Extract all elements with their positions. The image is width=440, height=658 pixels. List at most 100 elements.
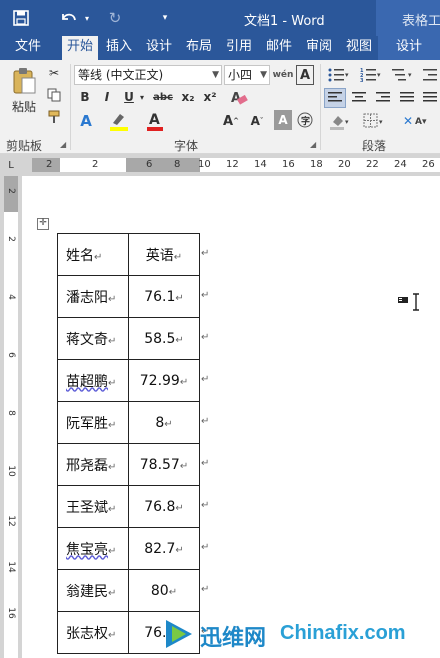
table-move-handle-icon[interactable]: ✛: [37, 218, 49, 230]
enclose-characters-icon[interactable]: 字: [296, 110, 314, 130]
undo-dropdown-icon[interactable]: ▾: [82, 8, 92, 28]
align-center-button[interactable]: [348, 88, 370, 108]
row-end-mark: ↵: [201, 290, 210, 301]
vruler-tick: 10: [6, 465, 16, 477]
character-shading-icon[interactable]: A: [274, 110, 292, 130]
font-size-value: 小四: [228, 68, 253, 82]
english-score: 76.8: [144, 498, 176, 515]
clipboard-launcher-icon[interactable]: ◢: [60, 140, 66, 149]
chinese-layout-icon[interactable]: ✕ A▾: [400, 110, 430, 132]
grow-font-icon[interactable]: A ^: [220, 110, 242, 132]
header-name: 姓名: [66, 247, 94, 264]
table-cell[interactable]: 王圣斌↵: [57, 485, 129, 528]
vruler-tick: 2: [6, 236, 16, 242]
underline-dropdown-icon[interactable]: ▾: [138, 88, 146, 106]
strikethrough-button[interactable]: abc: [150, 88, 176, 106]
align-left-button[interactable]: [324, 88, 346, 108]
customize-qat-icon[interactable]: ▾: [158, 8, 172, 28]
cut-icon[interactable]: ✂: [44, 64, 64, 82]
copy-icon[interactable]: [44, 86, 64, 104]
paste-button-label[interactable]: 粘贴: [8, 98, 40, 114]
clipboard-icon[interactable]: [8, 66, 40, 96]
tab-selector-icon[interactable]: L: [4, 158, 18, 172]
student-name: 蒋文奇: [66, 331, 108, 348]
tab-insert[interactable]: 插入: [100, 36, 138, 60]
cell-end-mark: ↵: [108, 377, 117, 389]
clear-formatting-icon[interactable]: A: [228, 88, 250, 106]
svg-text:字: 字: [301, 115, 310, 127]
redo-icon[interactable]: ↻: [104, 8, 126, 28]
bold-button[interactable]: B: [76, 88, 94, 106]
table-cell[interactable]: 阮军胜↵: [57, 401, 129, 444]
multilevel-list-icon[interactable]: ▾: [390, 65, 416, 85]
italic-button[interactable]: I: [98, 88, 116, 106]
table-cell[interactable]: 潘志阳↵: [57, 275, 129, 318]
numbering-icon[interactable]: 1 2 3 ▾: [358, 65, 384, 85]
table-cell[interactable]: 苗超鹏↵: [57, 359, 129, 402]
tab-home[interactable]: 开始: [62, 36, 98, 60]
tab-view[interactable]: 视图: [340, 36, 378, 60]
format-painter-icon[interactable]: [44, 108, 64, 126]
table-cell[interactable]: 78.57↵: [128, 443, 200, 486]
borders-icon[interactable]: ▾: [360, 110, 388, 132]
text-effects-icon[interactable]: A: [76, 110, 96, 132]
decrease-indent-icon[interactable]: [420, 65, 440, 85]
character-border-icon[interactable]: A: [296, 65, 314, 85]
tab-references[interactable]: 引用: [220, 36, 258, 60]
tab-layout[interactable]: 布局: [180, 36, 218, 60]
table-cell[interactable]: 76.1↵: [128, 275, 200, 318]
table-row: 苗超鹏↵ 72.99↵: [57, 359, 200, 402]
table-cell[interactable]: 翁建民↵: [57, 569, 129, 612]
font-color-icon[interactable]: A: [144, 110, 166, 132]
table-cell[interactable]: 58.5↵: [128, 317, 200, 360]
distributed-align-button[interactable]: [420, 88, 440, 108]
font-name-combo[interactable]: 等线 (中文正文) ▼: [74, 65, 222, 85]
tab-review[interactable]: 审阅: [300, 36, 338, 60]
tab-design[interactable]: 设计: [140, 36, 178, 60]
watermark: 迅维网 Chinafix.com: [162, 610, 440, 658]
tab-table-design[interactable]: 设计: [378, 36, 440, 60]
shading-icon[interactable]: ▾: [326, 110, 354, 132]
table-cell[interactable]: 张志权↵: [57, 611, 129, 654]
cell-end-mark: ↵: [175, 334, 184, 346]
score-table[interactable]: 姓名↵ 英语↵ 潘志阳↵ 76.1↵ 蒋文奇↵ 58.5↵ 苗超鹏↵ 72.99…: [57, 233, 200, 654]
undo-icon[interactable]: [56, 8, 82, 28]
superscript-button[interactable]: x²: [200, 88, 220, 106]
svg-text:▾: ▾: [408, 71, 412, 79]
table-cell[interactable]: 8↵: [128, 401, 200, 444]
phonetic-guide-icon[interactable]: wén: [273, 65, 294, 85]
table-cell[interactable]: 72.99↵: [128, 359, 200, 402]
context-tab-group: 表格工: [376, 0, 440, 36]
cell-end-mark: ↵: [108, 461, 117, 473]
subscript-button[interactable]: x₂: [178, 88, 198, 106]
svg-text:3: 3: [360, 78, 364, 82]
font-launcher-icon[interactable]: ◢: [310, 140, 316, 149]
table-cell[interactable]: 姓名↵: [57, 233, 129, 276]
table-cell[interactable]: 焦宝亮↵: [57, 527, 129, 570]
save-icon[interactable]: [10, 8, 32, 28]
underline-button[interactable]: U: [120, 88, 138, 106]
font-size-combo[interactable]: 小四 ▼: [224, 65, 270, 85]
ruler-tick: 2: [46, 159, 53, 170]
bullets-icon[interactable]: ▾: [326, 65, 352, 85]
vertical-ruler[interactable]: 2 2 4 6 8 10 12 14 16: [0, 176, 22, 658]
table-cell[interactable]: 76.8↵: [128, 485, 200, 528]
table-cell[interactable]: 蒋文奇↵: [57, 317, 129, 360]
ruler-tick: 24: [394, 159, 407, 170]
ruler-tick: 8: [174, 159, 181, 170]
table-cell[interactable]: 82.7↵: [128, 527, 200, 570]
tab-mailings[interactable]: 邮件: [260, 36, 298, 60]
tab-file[interactable]: 文件: [8, 36, 48, 60]
table-row: 阮军胜↵ 8↵: [57, 401, 200, 444]
table-cell[interactable]: 80↵: [128, 569, 200, 612]
horizontal-ruler[interactable]: L 2 2 6 8 10 12 14 16 18 20 22 24 26: [0, 154, 440, 176]
cell-end-mark: ↵: [164, 418, 173, 430]
header-score: 英语: [145, 247, 174, 264]
table-cell[interactable]: 英语↵: [128, 233, 200, 276]
highlight-color-icon[interactable]: [108, 110, 130, 132]
align-right-button[interactable]: [372, 88, 394, 108]
group-font-label: 字体: [174, 139, 199, 153]
shrink-font-icon[interactable]: Aˇ: [246, 110, 268, 132]
table-cell[interactable]: 邢尧磊↵: [57, 443, 129, 486]
justify-button[interactable]: [396, 88, 418, 108]
